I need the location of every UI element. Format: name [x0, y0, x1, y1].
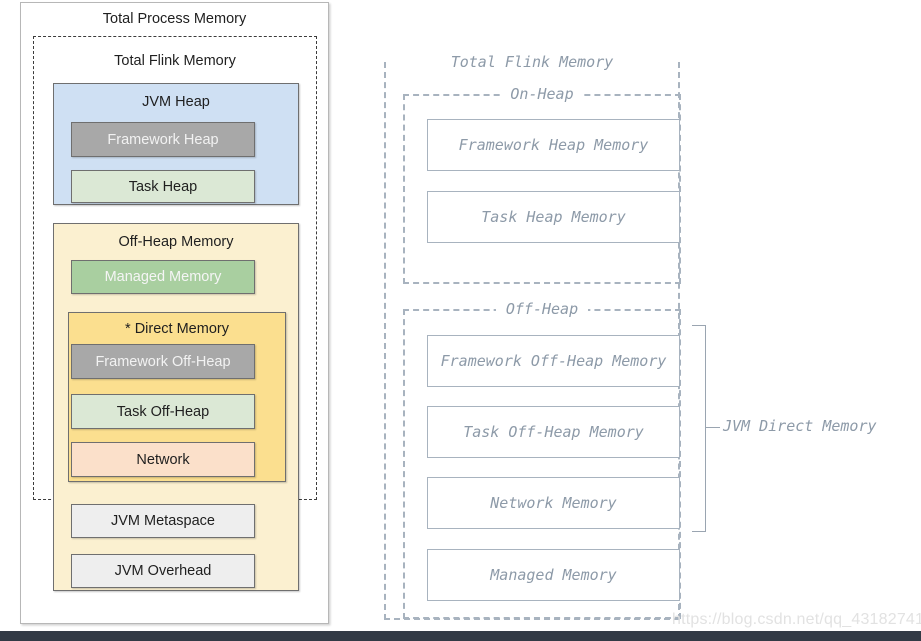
watermark: https://blog.csdn.net/qq_43182741 [672, 611, 921, 628]
total-process-memory-label: Total Process Memory [102, 11, 247, 27]
jvm-direct-memory-bracket-stem [706, 427, 720, 428]
total-flink-memory-label: Total Flink Memory [114, 53, 236, 69]
ascii-total-flink-memory-box: Total Flink Memory On-Heap Framework Hea… [384, 53, 681, 620]
network-box: Network [71, 442, 255, 477]
off-heap-memory-title: Off-Heap Memory [118, 234, 234, 250]
ascii-off-heap-text: Off-Heap [495, 300, 589, 318]
jvm-metaspace-box: JVM Metaspace [71, 504, 255, 538]
ascii-task-heap-memory-box: Task Heap Memory [427, 191, 680, 243]
ascii-on-heap-box: On-Heap Framework Heap Memory Task Heap … [403, 85, 681, 284]
direct-memory-title: * Direct Memory [125, 321, 229, 337]
framework-heap-box: Framework Heap [71, 122, 255, 157]
ascii-total-flink-memory-label: Total Flink Memory [386, 53, 678, 71]
jvm-heap-title: JVM Heap [142, 94, 210, 110]
jvm-overhead-box: JVM Overhead [71, 554, 255, 588]
bottom-bar [0, 631, 921, 641]
ascii-framework-heap-memory-box: Framework Heap Memory [427, 119, 680, 171]
right-diagram-panel: Total Flink Memory On-Heap Framework Hea… [376, 53, 921, 631]
ascii-on-heap-text: On-Heap [500, 85, 584, 103]
left-diagram-panel: Total Process Memory Total Flink Memory … [20, 2, 329, 624]
ascii-total-flink-memory-text: Total Flink Memory [442, 53, 622, 71]
task-heap-box: Task Heap [71, 170, 255, 203]
ascii-managed-memory-box: Managed Memory [427, 549, 680, 601]
ascii-off-heap-label: Off-Heap [405, 300, 679, 318]
managed-memory-box: Managed Memory [71, 260, 255, 294]
ascii-off-heap-box: Off-Heap Framework Off-Heap Memory Task … [403, 300, 681, 619]
ascii-on-heap-label: On-Heap [405, 85, 679, 103]
jvm-direct-memory-bracket [692, 325, 706, 532]
task-off-heap-box: Task Off-Heap [71, 394, 255, 429]
framework-off-heap-box: Framework Off-Heap [71, 344, 255, 379]
jvm-direct-memory-label: JVM Direct Memory [723, 417, 877, 435]
ascii-task-off-heap-memory-box: Task Off-Heap Memory [427, 406, 680, 458]
ascii-network-memory-box: Network Memory [427, 477, 680, 529]
ascii-framework-off-heap-memory-box: Framework Off-Heap Memory [427, 335, 680, 387]
diagram-canvas: Total Process Memory Total Flink Memory … [0, 0, 921, 641]
